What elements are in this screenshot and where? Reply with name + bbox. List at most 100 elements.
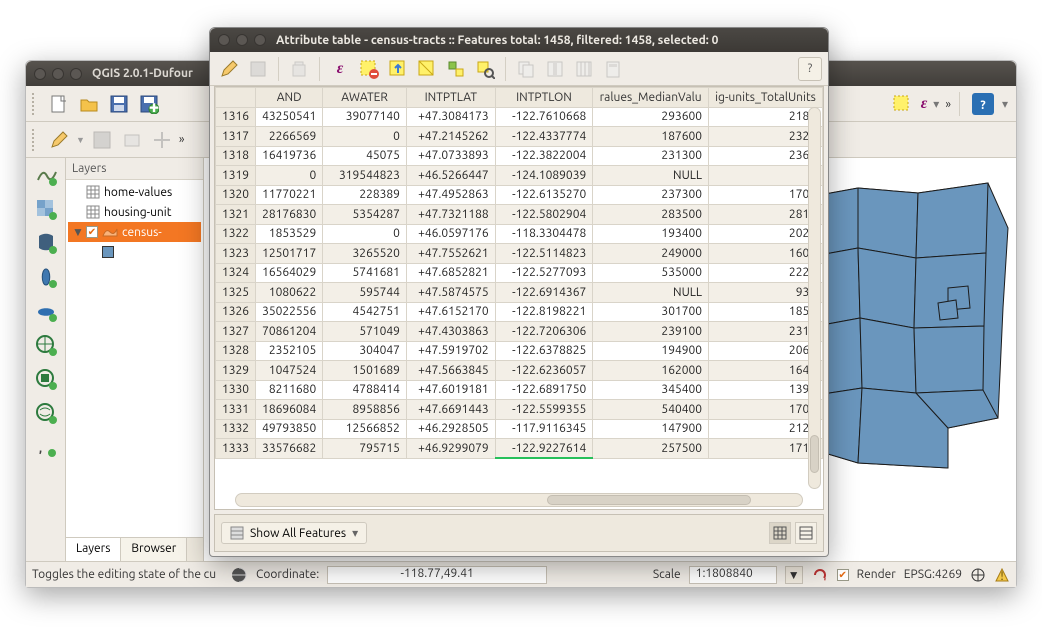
toggle-edit-button[interactable] <box>216 56 242 82</box>
row-header[interactable]: 1317 <box>216 127 256 147</box>
table-cell[interactable]: 1643 <box>709 361 823 381</box>
table-cell[interactable]: 12501717 <box>256 244 323 264</box>
row-header[interactable]: 1328 <box>216 341 256 361</box>
table-cell[interactable]: 2181 <box>709 107 823 127</box>
delete-selected-button[interactable] <box>286 56 312 82</box>
table-cell[interactable]: 33576682 <box>256 439 323 459</box>
add-mssql-layer-button[interactable] <box>33 298 59 324</box>
table-cell[interactable]: 1080622 <box>256 283 323 303</box>
table-cell[interactable]: 2222 <box>709 263 823 283</box>
table-cell[interactable]: +47.2145262 <box>406 127 495 147</box>
row-header[interactable]: 1322 <box>216 224 256 244</box>
add-delimited-text-layer-button[interactable]: , <box>33 434 59 460</box>
attr-titlebar[interactable]: Attribute table - census-tracts :: Featu… <box>210 28 828 52</box>
table-cell[interactable]: +47.6152170 <box>406 302 495 322</box>
table-row[interactable]: 13282352105304047+47.5919702-122.6378825… <box>216 341 823 361</box>
table-cell[interactable]: -124.1089039 <box>495 166 593 186</box>
table-cell[interactable]: 11770221 <box>256 185 323 205</box>
table-cell[interactable]: +47.0733893 <box>406 146 495 166</box>
coord-input[interactable]: -118.77,49.41 <box>327 566 547 584</box>
table-cell[interactable]: 2327 <box>709 127 823 147</box>
table-cell[interactable]: 162000 <box>593 361 709 381</box>
table-cell[interactable]: 16419736 <box>256 146 323 166</box>
globe-icon[interactable] <box>230 566 248 584</box>
row-header[interactable]: 1325 <box>216 283 256 303</box>
new-column-button[interactable] <box>571 56 597 82</box>
table-cell[interactable]: -122.6236057 <box>495 361 593 381</box>
table-cell[interactable]: 8958856 <box>323 400 407 420</box>
table-cell[interactable]: -122.5802904 <box>495 205 593 225</box>
table-cell[interactable]: +47.4303863 <box>406 322 495 342</box>
table-cell[interactable]: -122.4337774 <box>495 127 593 147</box>
row-header[interactable]: 1333 <box>216 439 256 459</box>
table-cell[interactable]: +46.5266447 <box>406 166 495 186</box>
add-wms-layer-button[interactable] <box>33 332 59 358</box>
row-header[interactable]: 1316 <box>216 107 256 127</box>
table-cell[interactable]: 193400 <box>593 224 709 244</box>
horizontal-scrollbar[interactable] <box>235 493 803 507</box>
row-header[interactable]: 1324 <box>216 263 256 283</box>
add-wfs-layer-button[interactable] <box>33 400 59 426</box>
minimize-icon[interactable] <box>236 34 248 46</box>
overflow-icon[interactable]: » <box>945 98 949 111</box>
table-cell[interactable]: 301700 <box>593 302 709 322</box>
add-vector-layer-button[interactable] <box>33 162 59 188</box>
table-cell[interactable]: 45075 <box>323 146 407 166</box>
table-cell[interactable]: 304047 <box>323 341 407 361</box>
refresh-icon[interactable] <box>811 566 829 584</box>
scale-dropdown[interactable]: ▼ <box>785 566 803 584</box>
table-row[interactable]: 132218535290+46.0597176-118.330447819340… <box>216 224 823 244</box>
show-features-dropdown[interactable]: Show All Features ▾ <box>221 522 367 544</box>
table-row[interactable]: 13164325054139077140+47.3084173-122.7610… <box>216 107 823 127</box>
row-header[interactable]: 1326 <box>216 302 256 322</box>
table-cell[interactable]: 2067 <box>709 341 823 361</box>
table-cell[interactable]: 1390 <box>709 380 823 400</box>
minimize-icon[interactable] <box>52 68 64 80</box>
layer-row[interactable]: home-values <box>68 182 201 202</box>
delete-column-button[interactable] <box>542 56 568 82</box>
layer-visibility-checkbox[interactable] <box>86 226 98 238</box>
table-cell[interactable]: 1852 <box>709 302 823 322</box>
tab-layers[interactable]: Layers <box>66 538 121 561</box>
table-cell[interactable]: 1708 <box>709 400 823 420</box>
column-header[interactable]: INTPTLAT <box>406 88 495 108</box>
unselect-all-button[interactable] <box>356 56 382 82</box>
table-cell[interactable]: 0 <box>256 166 323 186</box>
table-row[interactable]: 133333576682795715+46.9299079-122.922761… <box>216 439 823 459</box>
row-header[interactable]: 1327 <box>216 322 256 342</box>
toggle-edit-button[interactable] <box>46 127 72 153</box>
column-header[interactable]: INTPTLON <box>495 88 593 108</box>
table-cell[interactable]: 194900 <box>593 341 709 361</box>
table-row[interactable]: 1324165640295741681+47.6852821-122.52770… <box>216 263 823 283</box>
layers-tree[interactable]: home-values housing-unit ▼ census- <box>66 180 203 537</box>
table-cell[interactable]: 187600 <box>593 127 709 147</box>
table-cell[interactable]: 2352105 <box>256 341 323 361</box>
table-row[interactable]: 1326350225564542751+47.6152170-122.81982… <box>216 302 823 322</box>
close-icon[interactable] <box>34 68 46 80</box>
select-yellow-icon[interactable] <box>889 91 915 117</box>
column-header[interactable]: ralues_MedianValu <box>593 88 709 108</box>
table-row[interactable]: 132910475241501689+47.5663845-122.623605… <box>216 361 823 381</box>
table-row[interactable]: 13251080622595744+47.5874575-122.6914367… <box>216 283 823 303</box>
table-cell[interactable]: 2364 <box>709 146 823 166</box>
table-cell[interactable]: 5354287 <box>323 205 407 225</box>
table-cell[interactable]: 70861204 <box>256 322 323 342</box>
render-checkbox[interactable] <box>837 569 849 581</box>
table-cell[interactable]: 1853529 <box>256 224 323 244</box>
close-icon[interactable] <box>218 34 230 46</box>
layer-row[interactable]: ▼ census- <box>68 222 201 242</box>
table-cell[interactable]: -118.3304478 <box>495 224 593 244</box>
table-cell[interactable]: 293600 <box>593 107 709 127</box>
table-cell[interactable]: -122.5277093 <box>495 263 593 283</box>
table-cell[interactable]: -122.5114823 <box>495 244 593 264</box>
table-cell[interactable]: -122.6914367 <box>495 283 593 303</box>
table-cell[interactable]: +47.5919702 <box>406 341 495 361</box>
table-cell[interactable]: 239100 <box>593 322 709 342</box>
table-cell[interactable]: 2316 <box>709 322 823 342</box>
table-cell[interactable]: 535000 <box>593 263 709 283</box>
table-cell[interactable]: 8211680 <box>256 380 323 400</box>
table-cell[interactable]: +47.6691443 <box>406 400 495 420</box>
select-by-expression-button[interactable]: ε <box>327 56 353 82</box>
table-cell[interactable]: 0 <box>709 166 823 186</box>
table-row[interactable]: 131722665690+47.2145262-122.433777418760… <box>216 127 823 147</box>
